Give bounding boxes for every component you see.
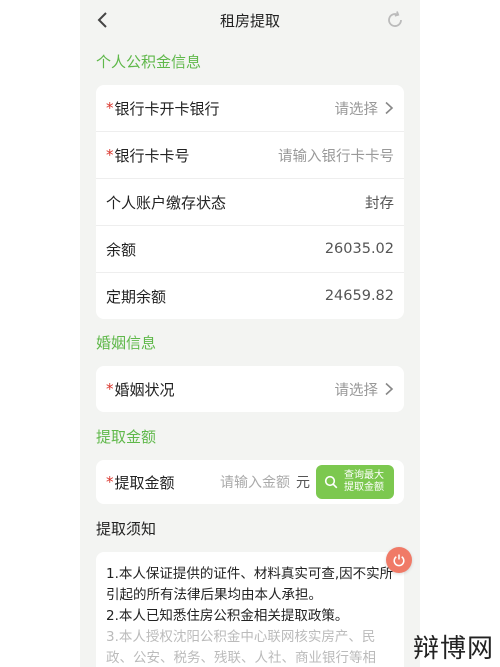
fixed-balance-row: 定期余额 24659.82 bbox=[96, 272, 404, 319]
required-mark: * bbox=[106, 99, 114, 117]
bank-select-row[interactable]: * 银行卡开卡银行 请选择 bbox=[96, 85, 404, 131]
query-button-line1: 查询最大 bbox=[344, 470, 384, 481]
marital-status-label: 婚姻状况 bbox=[114, 380, 175, 399]
refresh-button[interactable] bbox=[384, 9, 406, 31]
account-status-row: 个人账户缴存状态 封存 bbox=[96, 178, 404, 225]
card-number-input[interactable]: 请输入银行卡卡号 bbox=[278, 145, 394, 166]
notice-item-2: 2.本人已知悉住房公积金相关提取政策。 bbox=[106, 608, 349, 624]
balance-row: 余额 26035.02 bbox=[96, 225, 404, 272]
page-title: 租房提取 bbox=[219, 12, 280, 30]
section-title-amount: 提取金额 bbox=[96, 428, 157, 446]
card-number-label: 银行卡卡号 bbox=[114, 146, 190, 165]
marital-status-select[interactable]: 请选择 bbox=[335, 379, 395, 400]
search-icon bbox=[324, 475, 338, 489]
card-number-row[interactable]: * 银行卡卡号 请输入银行卡卡号 bbox=[96, 131, 404, 178]
required-mark: * bbox=[106, 146, 114, 164]
refresh-icon bbox=[388, 11, 402, 27]
chevron-right-icon bbox=[385, 101, 394, 115]
bank-placeholder: 请选择 bbox=[334, 101, 379, 118]
marriage-card: * 婚姻状况 请选择 bbox=[96, 366, 404, 412]
chevron-right-icon bbox=[385, 382, 394, 396]
notice-card: 1.本人保证提供的证件、材料真实可查,因不实所引起的所有法律后果均由本人承担。 … bbox=[96, 552, 404, 667]
query-max-amount-button[interactable]: 查询最大 提取金额 bbox=[316, 465, 394, 499]
required-mark: * bbox=[106, 473, 114, 491]
notice-item-1: 1.本人保证提供的证件、材料真实可查,因不实所引起的所有法律后果均由本人承担。 bbox=[106, 566, 394, 603]
amount-input[interactable]: 请输入金额 bbox=[220, 472, 290, 492]
bank-label: 银行卡开卡银行 bbox=[114, 99, 220, 118]
query-button-line2: 提取金额 bbox=[344, 482, 384, 493]
amount-label: 提取金额 bbox=[114, 473, 175, 492]
section-title-notice: 提取须知 bbox=[96, 520, 157, 538]
personal-info-card: * 银行卡开卡银行 请选择 * 银行卡卡号 请输入银行卡卡号 个人账户缴存状态 … bbox=[96, 85, 404, 319]
section-title-personal: 个人公积金信息 bbox=[96, 53, 202, 71]
amount-unit: 元 bbox=[296, 475, 310, 491]
amount-row: * 提取金额 请输入金额 元 查询最大 提取金额 bbox=[96, 460, 404, 504]
account-status-value: 封存 bbox=[365, 195, 394, 212]
fixed-balance-value: 24659.82 bbox=[324, 288, 394, 304]
balance-value: 26035.02 bbox=[324, 241, 394, 257]
power-icon bbox=[393, 554, 405, 567]
section-title-marriage: 婚姻信息 bbox=[96, 334, 157, 352]
account-status-label: 个人账户缴存状态 bbox=[106, 193, 227, 212]
query-button-label: 查询最大 提取金额 bbox=[338, 470, 390, 494]
bank-select[interactable]: 请选择 bbox=[335, 98, 395, 119]
top-navigation-bar: 租房提取 bbox=[80, 0, 420, 40]
power-float-button[interactable] bbox=[386, 547, 412, 573]
marital-status-row[interactable]: * 婚姻状况 请选择 bbox=[96, 366, 404, 412]
amount-card: * 提取金额 请输入金额 元 查询最大 提取金额 bbox=[96, 460, 404, 504]
fixed-balance-label: 定期余额 bbox=[106, 287, 167, 306]
marital-status-placeholder: 请选择 bbox=[334, 382, 379, 399]
notice-item-3: 3.本人授权沈阳公积金中心联网核实房产、民政、公安、税务、残联、人社、商业银行等… bbox=[106, 629, 376, 666]
app-screen: 租房提取 个人公积金信息 * 银行卡开卡银行 请选择 * 银行卡卡号 请输入银行… bbox=[80, 0, 420, 667]
watermark-logo: 辩博网 bbox=[412, 634, 494, 664]
required-mark: * bbox=[106, 380, 114, 398]
balance-label: 余额 bbox=[106, 240, 137, 259]
